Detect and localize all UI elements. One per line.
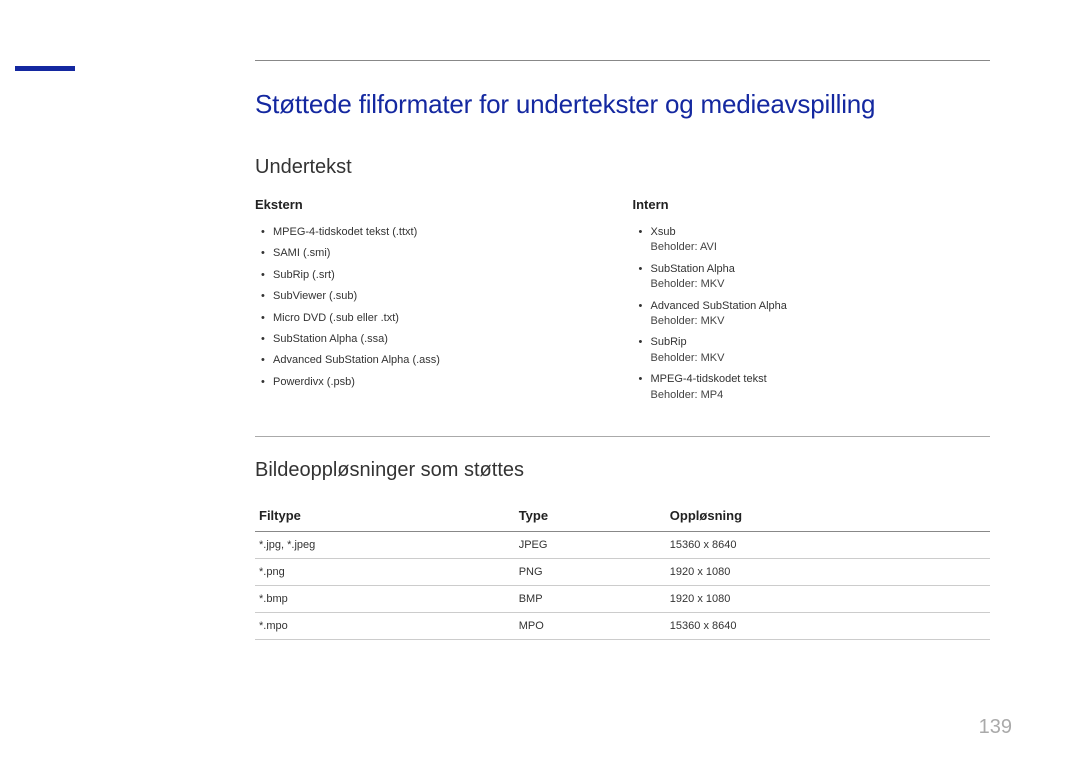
table-row: *.png PNG 1920 x 1080 [255,558,990,585]
external-heading: Ekstern [255,197,613,212]
list-item: Advanced SubStation Alpha (.ass) [255,350,613,371]
list-item: Advanced SubStation AlphaBeholder: MKV [633,296,991,333]
section-subtitle: Undertekst [255,156,990,179]
list-item: SubViewer (.sub) [255,286,613,307]
resolutions-table: Filtype Type Oppløsning *.jpg, *.jpeg JP… [255,500,990,640]
section-image-resolutions: Bildeoppløsninger som støttes [255,459,990,482]
page-title: Støttede filformater for undertekster og… [255,89,990,120]
external-list: MPEG-4-tidskodet tekst (.ttxt) SAMI (.sm… [255,222,613,393]
table-row: *.mpo MPO 15360 x 8640 [255,612,990,639]
list-item: SAMI (.smi) [255,243,613,264]
list-item: SubStation AlphaBeholder: MKV [633,259,991,296]
section-divider [255,436,990,437]
table-row: *.jpg, *.jpeg JPEG 15360 x 8640 [255,531,990,558]
list-item: SubStation Alpha (.ssa) [255,329,613,350]
subtitle-columns: Ekstern MPEG-4-tidskodet tekst (.ttxt) S… [255,197,990,406]
list-item: Powerdivx (.psb) [255,372,613,393]
table-row: *.bmp BMP 1920 x 1080 [255,585,990,612]
list-item: XsubBeholder: AVI [633,222,991,259]
table-header-type: Type [515,500,666,532]
internal-list: XsubBeholder: AVI SubStation AlphaBehold… [633,222,991,406]
table-header-resolution: Oppløsning [666,500,990,532]
page-number: 139 [979,716,1012,739]
list-item: Micro DVD (.sub eller .txt) [255,308,613,329]
list-item: MPEG-4-tidskodet tekstBeholder: MP4 [633,369,991,406]
table-header-filetype: Filtype [255,500,515,532]
list-item: SubRip (.srt) [255,265,613,286]
list-item: MPEG-4-tidskodet tekst (.ttxt) [255,222,613,243]
accent-bar [15,66,75,71]
external-column: Ekstern MPEG-4-tidskodet tekst (.ttxt) S… [255,197,613,406]
internal-column: Intern XsubBeholder: AVI SubStation Alph… [633,197,991,406]
list-item: SubRipBeholder: MKV [633,332,991,369]
internal-heading: Intern [633,197,991,212]
top-divider [255,60,990,61]
page-content: Støttede filformater for undertekster og… [0,0,1080,640]
